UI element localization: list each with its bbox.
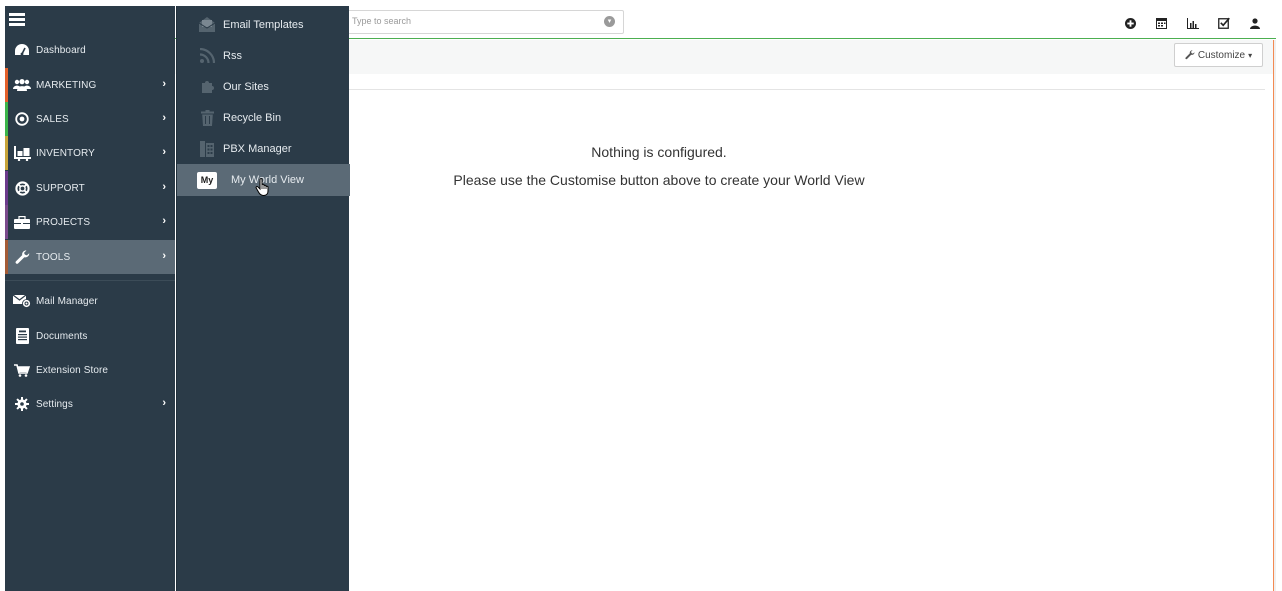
submenu-item-label: Rss [223,49,242,62]
sidebar-item-label: Settings [36,398,73,410]
sidebar-item-label: Mail Manager [36,295,98,307]
sidebar-item-label: SALES [36,113,69,125]
chevron-right-icon: › [162,250,166,262]
submenu-item-rss[interactable]: Rss [177,40,350,71]
dolly-icon [13,145,31,161]
tools-submenu: Email Templates Rss Our Sites Recycle Bi… [176,6,350,591]
submenu-item-recycle-bin[interactable]: Recycle Bin [177,102,350,133]
calendar-icon[interactable] [1146,14,1177,32]
empty-state-title: Nothing is configured. [591,144,727,160]
empty-state: Nothing is configured. Please use the Cu… [345,142,973,190]
checkbox-icon[interactable] [1208,14,1239,32]
sidebar: Dashboard MARKETING › SALES › INVENTORY … [5,6,175,591]
search-placeholder: Type to search [352,16,412,26]
trash-icon [199,109,215,126]
hand-cursor-icon [255,178,269,196]
cart-icon [13,362,31,378]
empty-state-hint: Please use the Customise button above to… [453,172,865,188]
sidebar-item-mail-manager[interactable]: Mail Manager [5,284,175,318]
top-toolbar [1115,14,1270,32]
sidebar-item-projects[interactable]: PROJECTS › [5,205,175,239]
sidebar-item-tools[interactable]: TOOLS › [5,240,175,274]
submenu-item-label: Email Templates [223,18,304,31]
sidebar-item-marketing[interactable]: MARKETING › [5,68,175,102]
mail-manager-icon [13,293,31,309]
users-icon [13,77,31,93]
user-icon[interactable] [1239,14,1270,32]
briefcase-icon [13,214,31,230]
sidebar-item-label: Extension Store [36,364,109,376]
chevron-right-icon: › [162,215,166,227]
target-icon [13,111,31,127]
search-input[interactable]: Type to search ▾ [345,10,624,34]
submenu-item-label: PBX Manager [223,142,292,155]
rss-icon [199,48,215,64]
puzzle-icon [199,79,215,95]
sidebar-item-support[interactable]: SUPPORT › [5,171,175,205]
wrench-icon [13,249,31,265]
my-badge-icon: My [197,171,217,189]
chevron-right-icon: › [162,397,166,409]
sidebar-item-settings[interactable]: Settings › [5,387,175,421]
chart-icon[interactable] [1177,14,1208,32]
submenu-item-email-templates[interactable]: Email Templates [177,9,350,40]
submenu-item-our-sites[interactable]: Our Sites [177,71,350,102]
sidebar-item-label: SUPPORT [36,182,85,194]
sidebar-item-label: MARKETING [36,79,97,91]
chevron-right-icon: › [162,78,166,90]
gear-icon [13,396,31,412]
document-icon [13,328,31,344]
sidebar-item-inventory[interactable]: INVENTORY › [5,136,175,170]
sidebar-item-dashboard[interactable]: Dashboard [5,33,175,67]
sidebar-item-label: INVENTORY [36,147,95,159]
app-frame: Type to search ▾ Customize ▾ Nothing is … [5,6,1276,591]
chevron-right-icon: › [162,146,166,158]
pbx-icon [199,140,215,157]
email-template-icon [199,17,215,33]
sidebar-item-label: TOOLS [36,251,71,263]
divider [345,89,1265,90]
submenu-item-label: Recycle Bin [223,111,282,124]
sidebar-divider [5,280,175,281]
scrollbar[interactable] [1273,40,1276,591]
sidebar-item-extension-store[interactable]: Extension Store [5,353,175,387]
chevron-right-icon: › [162,181,166,193]
dashboard-icon [13,42,31,58]
sidebar-item-label: Dashboard [36,44,86,56]
sidebar-item-sales[interactable]: SALES › [5,102,175,136]
lifebuoy-icon [13,180,31,196]
sidebar-item-label: PROJECTS [36,216,91,228]
submenu-item-pbx-manager[interactable]: PBX Manager [177,133,350,164]
wrench-icon [1185,50,1195,60]
caret-down-icon: ▾ [1248,50,1253,60]
submenu-item-label: Our Sites [223,80,269,93]
customize-label: Customize [1197,49,1246,61]
search-options-icon[interactable]: ▾ [604,16,615,27]
sidebar-item-documents[interactable]: Documents [5,319,175,353]
chevron-right-icon: › [162,112,166,124]
sidebar-item-label: Documents [36,330,88,342]
customize-button[interactable]: Customize ▾ [1174,43,1263,67]
hamburger-menu-icon[interactable] [9,13,25,27]
plus-circle-icon[interactable] [1115,14,1146,32]
